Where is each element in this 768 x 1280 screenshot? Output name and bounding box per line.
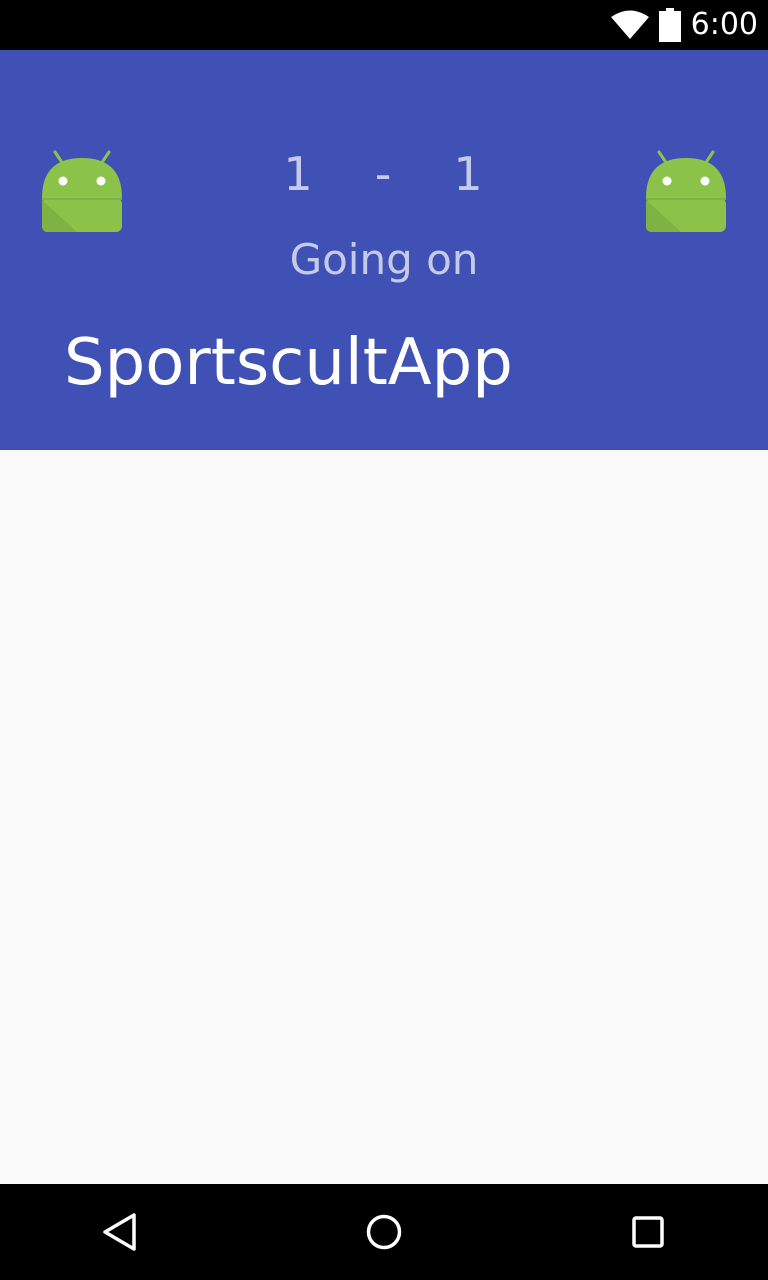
status-bar: 6:00 [0, 0, 768, 50]
status-icons: 6:00 [610, 0, 758, 50]
wifi-icon [610, 10, 649, 39]
home-score: 1 [283, 147, 313, 201]
battery-icon [658, 8, 681, 42]
navigation-bar [0, 1184, 768, 1280]
home-button[interactable] [354, 1202, 414, 1262]
android-icon [42, 150, 122, 232]
back-button[interactable] [90, 1202, 150, 1262]
recents-button[interactable] [618, 1202, 678, 1262]
match-status: Going on [289, 235, 479, 284]
away-score: 1 [453, 147, 483, 201]
app-title: SportscultApp [64, 326, 513, 400]
away-team-logo[interactable] [645, 150, 727, 234]
content-area [0, 450, 768, 1184]
app-header: 1 - 1 Going on SportscultApp [0, 50, 768, 450]
android-icon [646, 150, 726, 232]
score-separator: - [374, 147, 392, 201]
back-icon [103, 1213, 136, 1251]
home-team-logo[interactable] [41, 150, 123, 234]
clock: 6:00 [690, 7, 758, 42]
recents-icon [632, 1216, 664, 1248]
home-icon [366, 1214, 402, 1250]
